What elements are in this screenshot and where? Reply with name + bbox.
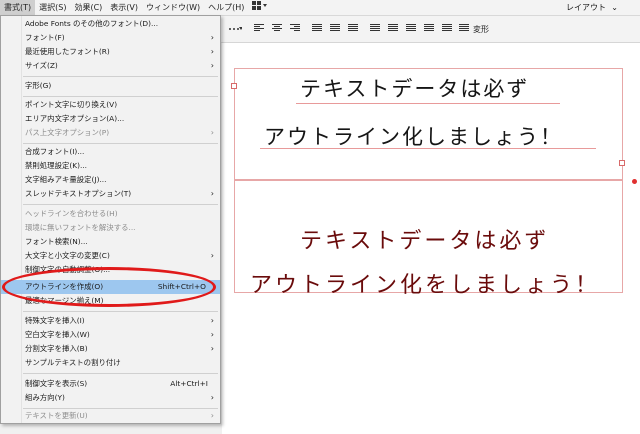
text-line-1: テキストデータは必ず — [300, 229, 550, 254]
menu-bar: 書式(T) 選択(S) 効果(C) 表示(V) ウィンドウ(W) ヘルプ(H) … — [0, 0, 640, 16]
distribute-bottom-icon[interactable] — [459, 24, 469, 33]
chevron-right-icon: › — [210, 316, 214, 325]
menu-item-kinsoku-settings[interactable]: 禁則処理設定(K)... — [1, 159, 220, 173]
menu-separator — [23, 143, 218, 144]
menu-item-mojikumi-settings[interactable]: 文字組みアキ量設定(J)... — [1, 173, 220, 187]
menu-item-convert-point-type[interactable]: ポイント文字に切り換え(V) — [1, 98, 220, 112]
align-left-icon[interactable] — [254, 24, 264, 33]
menu-item-insert-special-character[interactable]: 特殊文字を挿入(I) › — [1, 314, 220, 328]
anchor-point[interactable] — [632, 179, 637, 184]
chevron-right-icon: › — [210, 393, 214, 402]
menu-item-threaded-text-options[interactable]: スレッドテキストオプション(T) › — [1, 187, 220, 201]
chevron-right-icon: › — [210, 251, 214, 260]
chevron-right-icon: › — [210, 47, 214, 56]
align-bottom-icon[interactable] — [348, 24, 358, 33]
menu-effect[interactable]: 効果(C) — [70, 0, 106, 15]
text-baseline — [296, 103, 560, 104]
distribute-middle-icon[interactable] — [442, 24, 452, 33]
menu-item-insert-whitespace[interactable]: 空白文字を挿入(W) › — [1, 328, 220, 342]
text-baseline — [260, 148, 596, 149]
chevron-right-icon: › — [210, 33, 214, 42]
workspace-switcher[interactable]: レイアウト — [566, 0, 606, 15]
menu-window[interactable]: ウィンドウ(W) — [142, 0, 204, 15]
selection-handle[interactable] — [619, 160, 625, 166]
menu-item-type-on-path-options: パス上文字オプション(P) › — [1, 126, 220, 140]
menu-separator — [23, 204, 218, 205]
menu-item-type-orientation[interactable]: 組み方向(Y) › — [1, 391, 220, 405]
type-menu-dropdown: Adobe Fonts のその他のフォント(D)... フォント(F) › 最近使… — [0, 15, 221, 424]
align-middle-icon[interactable] — [330, 24, 340, 33]
menu-separator — [23, 76, 218, 77]
transform-link[interactable]: 変形 — [473, 24, 489, 35]
menu-item-find-font[interactable]: フォント検索(N)... — [1, 235, 220, 249]
menu-item-show-hidden-characters[interactable]: 制御文字を表示(S) Alt+Ctrl+I — [1, 377, 220, 391]
layout-grid-icon[interactable] — [248, 0, 272, 15]
chevron-down-icon[interactable]: ⌄ — [611, 0, 618, 15]
align-center-icon[interactable] — [272, 24, 282, 33]
annotation-oval — [2, 267, 216, 307]
align-options-icon[interactable] — [228, 24, 242, 34]
menu-item-more-fonts[interactable]: Adobe Fonts のその他のフォント(D)... — [1, 17, 220, 31]
distribute-left-icon[interactable] — [370, 24, 380, 33]
menu-view[interactable]: 表示(V) — [106, 0, 142, 15]
align-top-icon[interactable] — [312, 24, 322, 33]
menu-item-composite-fonts[interactable]: 合成フォント(I)... — [1, 145, 220, 159]
menu-item-update-legacy-text: テキストを更新(U) › — [1, 409, 220, 423]
menu-item-fit-headline: ヘッドラインを合わせる(H) — [25, 209, 118, 218]
text-line-2: アウトライン化しましょう！ — [264, 125, 563, 149]
chevron-right-icon: › — [210, 411, 214, 420]
selection-handle[interactable] — [231, 83, 237, 89]
chevron-right-icon: › — [210, 344, 214, 353]
align-right-icon[interactable] — [290, 24, 300, 33]
menu-item-area-type-options[interactable]: エリア内文字オプション(A)... — [1, 112, 220, 126]
menu-item-glyphs[interactable]: 字形(G) — [1, 79, 220, 93]
menu-separator — [23, 311, 218, 312]
chevron-right-icon: › — [210, 128, 214, 137]
distribute-center-icon[interactable] — [388, 24, 398, 33]
menu-item-resolve-missing-fonts: 環境に無いフォントを解決する... — [25, 223, 136, 232]
menu-item-insert-break[interactable]: 分割文字を挿入(B) › — [1, 342, 220, 356]
menu-help[interactable]: ヘルプ(H) — [204, 0, 248, 15]
menu-item-recent-fonts[interactable]: 最近使用したフォント(R) › — [1, 45, 220, 59]
menu-select[interactable]: 選択(S) — [35, 0, 70, 15]
chevron-right-icon: › — [210, 330, 214, 339]
menu-separator — [23, 96, 218, 97]
menu-item-font[interactable]: フォント(F) › — [1, 31, 220, 45]
menu-item-change-case[interactable]: 大文字と小文字の変更(C) › — [1, 249, 220, 263]
distribute-right-icon[interactable] — [406, 24, 416, 33]
artboard-canvas[interactable]: テキストデータは必ず アウトライン化しましょう！ テキストデータは必ず アウトラ… — [222, 43, 640, 434]
distribute-top-icon[interactable] — [424, 24, 434, 33]
text-line-2: アウトライン化をしましょう！ — [250, 273, 601, 298]
menu-type[interactable]: 書式(T) — [0, 0, 36, 15]
menu-separator — [23, 373, 218, 374]
chevron-right-icon: › — [210, 189, 214, 198]
chevron-right-icon: › — [210, 61, 214, 70]
menu-item-size[interactable]: サイズ(Z) › — [1, 59, 220, 73]
menu-item-fill-placeholder-text[interactable]: サンプルテキストの割り付け — [1, 356, 220, 370]
text-line-1: テキストデータは必ず — [300, 77, 530, 101]
